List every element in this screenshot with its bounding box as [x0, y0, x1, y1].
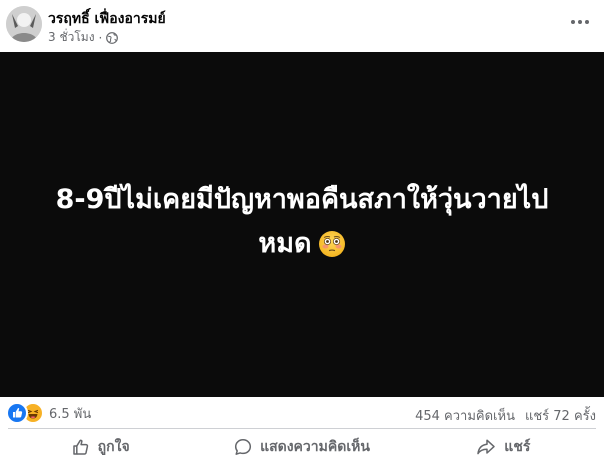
image-text-line-2-text: หมด [258, 227, 312, 259]
reaction-summary: 6.5 พัน 454 ความคิดเห็น แชร์ 72 ครั้ง [0, 397, 604, 427]
share-button-label: แชร์ [504, 439, 531, 455]
flushed-face-emoji [318, 228, 346, 272]
share-icon [477, 439, 496, 455]
meta-separator: · [98, 30, 103, 45]
more-options-button[interactable] [568, 10, 592, 34]
comment-button[interactable]: แสดงความคิดเห็น [201, 429, 402, 465]
post-meta: 3 ชั่วโมง · [48, 28, 119, 47]
comment-count[interactable]: 454 ความคิดเห็น [415, 409, 515, 424]
post-image[interactable]: 8-9ปีไม่เคยมีปัญหาพอคืนสภาให้วุ่นวายไป ห… [0, 52, 604, 397]
avatar-image [6, 6, 42, 42]
comment-icon [235, 439, 252, 455]
author-avatar[interactable] [6, 6, 42, 42]
post-time[interactable]: 3 ชั่วโมง [48, 28, 95, 47]
thumbs-up-icon [72, 439, 88, 455]
more-horizontal-icon [571, 20, 589, 24]
engagement-stats: 454 ความคิดเห็น แชร์ 72 ครั้ง [415, 405, 596, 426]
reaction-count[interactable]: 6.5 พัน [49, 403, 91, 424]
image-text-line-2: หมด [22, 222, 582, 272]
facebook-post: วรฤทธิ์ เฟื่องอารมย์ 3 ชั่วโมง · 8-9ปีไม… [0, 0, 604, 465]
comment-button-label: แสดงความคิดเห็น [260, 439, 370, 455]
like-button[interactable]: ถูกใจ [0, 429, 201, 465]
post-image-text: 8-9ปีไม่เคยมีปัญหาพอคืนสภาให้วุ่นวายไป ห… [22, 178, 582, 272]
share-button[interactable]: แชร์ [403, 429, 604, 465]
share-count[interactable]: แชร์ 72 ครั้ง [525, 409, 596, 424]
reaction-icons[interactable]: 6.5 พัน [6, 402, 91, 424]
author-name[interactable]: วรฤทธิ์ เฟื่องอารมย์ [48, 8, 166, 30]
like-button-label: ถูกใจ [97, 439, 130, 455]
post-header: วรฤทธิ์ เฟื่องอารมย์ 3 ชั่วโมง · [0, 0, 604, 52]
image-text-line-1: 8-9ปีไม่เคยมีปัญหาพอคืนสภาให้วุ่นวายไป [55, 183, 549, 215]
like-reaction-icon [6, 402, 28, 424]
action-bar: ถูกใจ แสดงความคิดเห็น แชร์ [0, 429, 604, 465]
globe-icon [106, 31, 119, 44]
